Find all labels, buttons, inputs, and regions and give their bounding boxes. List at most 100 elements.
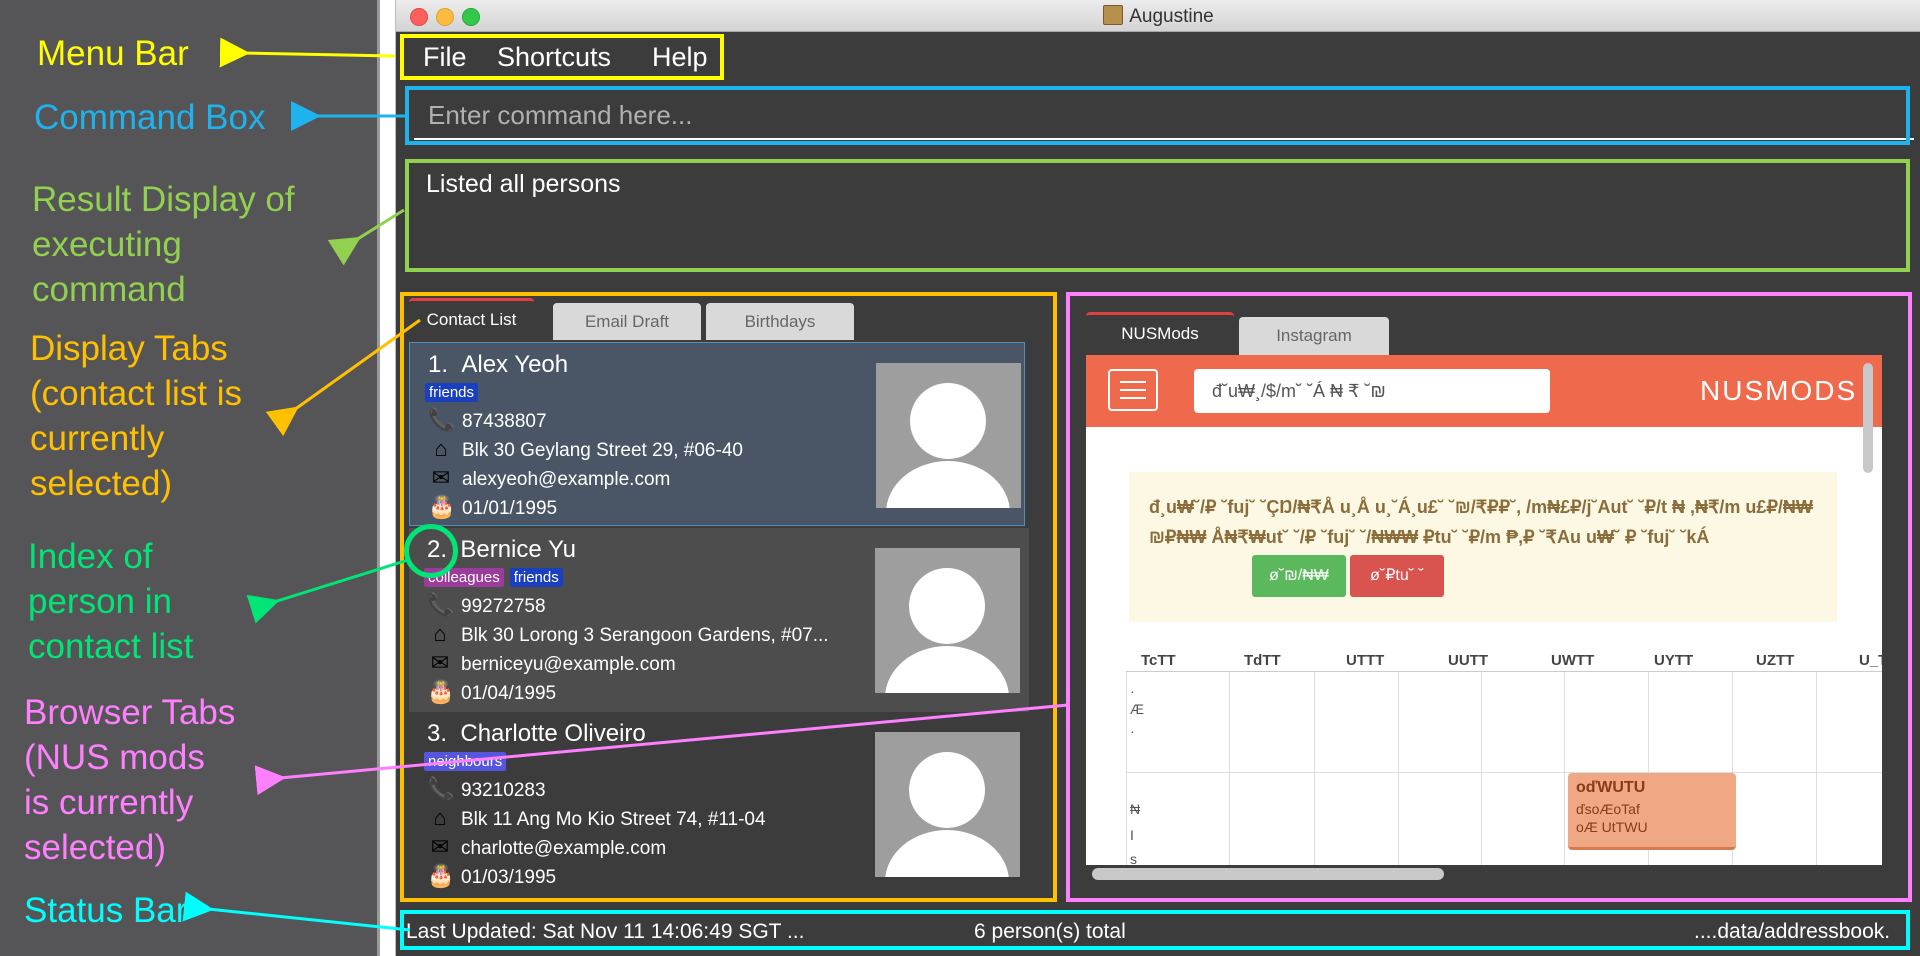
command-input[interactable] (426, 96, 1900, 134)
cake-icon: 🎂 (428, 494, 456, 519)
avatar (875, 548, 1020, 693)
cake-icon: 🎂 (427, 679, 455, 704)
result-text: Listed all persons (426, 170, 621, 198)
menu-bar: File Shortcuts Help (396, 33, 1920, 81)
timetable-time-label: UWTT (1551, 652, 1595, 669)
window-title-text: Augustine (1129, 6, 1214, 27)
window-title: Augustine (396, 5, 1920, 28)
alert-text: đ¸u₩˘/₽ ˘fuj˘ ˘ÇŊ/₦₹Å u¸Å u¸˘Á¸u£˘ ˘₪/₹₽… (1149, 497, 1813, 547)
command-box-annotation: Command Box (34, 98, 266, 137)
annotation-panel: Menu Bar Command Box Result Display of e… (0, 0, 380, 956)
address-row: ⌂ Blk 30 Geylang Street 29, #06-40 (428, 436, 743, 462)
timetable-grid (1126, 671, 1882, 865)
alert-primary-button[interactable]: ø˘₪/₦₩ (1252, 555, 1346, 597)
tab-nusmods[interactable]: NUSMods (1086, 312, 1234, 358)
person-silhouette-icon (885, 568, 1009, 693)
person-title: 3. Charlotte Oliveiro (427, 720, 646, 748)
alert-dismiss-button[interactable]: ø˘₽tu˘ ˘ (1350, 555, 1444, 597)
day-label: · (1130, 683, 1135, 699)
last-updated-status: Last Updated: Sat Nov 11 14:06:49 SGT ..… (406, 920, 805, 943)
cake-icon: 🎂 (427, 863, 455, 888)
browser-scrollbar-vertical[interactable] (1863, 363, 1873, 473)
title-bar: Augustine (396, 0, 1920, 32)
address-text: Blk 30 Lorong 3 Serangoon Gardens, #07..… (461, 625, 829, 646)
tab-email-draft[interactable]: Email Draft (553, 303, 701, 340)
timetable-time-label: UTTT (1346, 652, 1385, 669)
birthday-row: 🎂 01/01/1995 (428, 494, 557, 520)
mail-icon: ✉ (430, 834, 450, 859)
app-icon (1103, 5, 1124, 25)
nusmods-alert: đ¸u₩˘/₽ ˘fuj˘ ˘ÇŊ/₦₹Å u¸Å u¸˘Á¸u£˘ ˘₪/₹₽… (1129, 472, 1837, 622)
menu-file[interactable]: File (423, 42, 467, 73)
display-tabs-annotation: Display Tabs (contact list is currently … (30, 329, 242, 503)
person-card[interactable]: 3. Charlotte Oliveiro neighbours 📞 932102… (409, 712, 1029, 896)
phone-text: 99272758 (461, 596, 546, 617)
person-title: 1. Alex Yeoh (428, 351, 568, 379)
day-label: I (1130, 827, 1134, 843)
menu-help[interactable]: Help (652, 42, 708, 73)
person-name: Charlotte Oliveiro (460, 720, 646, 747)
browser-scrollbar-horizontal[interactable] (1092, 868, 1444, 880)
timetable-time-label: TcTT (1141, 652, 1176, 669)
hamburger-icon (1120, 381, 1146, 399)
nusmods-logo[interactable]: NUSMODS (1700, 375, 1857, 407)
result-display-annotation: Result Display of executing command (32, 180, 295, 309)
phone-row: 📞 87438807 (428, 407, 547, 433)
birthday-text: 01/03/1995 (461, 867, 557, 888)
home-icon: ⌂ (433, 621, 447, 646)
status-bar-annotation: Status Bar (24, 891, 188, 930)
menu-shortcuts[interactable]: Shortcuts (497, 42, 611, 73)
person-index: 3. (427, 720, 448, 747)
person-index: 2. (427, 536, 448, 563)
tab-birthdays[interactable]: Birthdays (706, 303, 854, 340)
lesson-venue: oÆ UtTWU (1576, 819, 1648, 835)
address-row: ⌂ Blk 11 Ang Mo Kio Street 74, #11-04 (427, 805, 765, 831)
birthday-text: 01/04/1995 (461, 683, 557, 704)
day-label: ₦ (1130, 801, 1141, 817)
avatar (875, 732, 1020, 877)
tab-contact-list[interactable]: Contact List (409, 298, 534, 343)
nusmods-header: đ˘u₩¸/$/m˘ ˘Á ₦ ₹ ˘₪ NUSMODS (1086, 355, 1882, 427)
mail-icon: ✉ (431, 465, 451, 490)
tag: friends (509, 568, 563, 587)
lesson-code: oďWUTU (1576, 779, 1646, 796)
browser-view[interactable]: đ˘u₩¸/$/m˘ ˘Á ₦ ₹ ˘₪ NUSMODS đ¸u₩˘/₽ ˘fu… (1086, 355, 1882, 865)
timetable-time-label: UUTT (1448, 652, 1488, 669)
person-index: 1. (428, 351, 449, 378)
day-label: · (1130, 723, 1135, 739)
tag-list: colleagues friends (424, 568, 569, 587)
index-annotation: Index of person in contact list (28, 537, 194, 666)
address-text: Blk 30 Geylang Street 29, #06-40 (462, 440, 743, 461)
home-icon: ⌂ (433, 805, 447, 830)
hamburger-menu-button[interactable] (1108, 369, 1158, 411)
person-card[interactable]: 2. Bernice Yu colleagues friends 📞 9927275… (409, 528, 1029, 712)
tag-list: friends (425, 383, 484, 402)
email-row: ✉ berniceyu@example.com (427, 650, 676, 676)
timetable-time-label: TdTT (1244, 652, 1281, 669)
phone-row: 📞 99272758 (427, 592, 546, 618)
timetable-time-label: UYTT (1654, 652, 1694, 669)
email-text: berniceyu@example.com (461, 654, 676, 675)
phone-text: 93210283 (461, 780, 546, 801)
email-text: alexyeoh@example.com (462, 469, 671, 490)
status-bar: Last Updated: Sat Nov 11 14:06:49 SGT ..… (396, 910, 1920, 956)
address-row: ⌂ Blk 30 Lorong 3 Serangoon Gardens, #07.… (427, 621, 829, 647)
nusmods-search-input[interactable]: đ˘u₩¸/$/m˘ ˘Á ₦ ₹ ˘₪ (1194, 369, 1550, 413)
person-card[interactable]: 1. Alex Yeoh friends 📞 87438807 ⌂ Blk 30 G… (409, 342, 1025, 526)
birthday-row: 🎂 01/04/1995 (427, 679, 556, 705)
contact-list[interactable]: 1. Alex Yeoh friends 📞 87438807 ⌂ Blk 30 G… (409, 340, 1029, 900)
birthday-text: 01/01/1995 (462, 498, 558, 519)
tag: friends (425, 383, 479, 402)
person-name: Bernice Yu (460, 536, 576, 563)
app-window: Augustine File Shortcuts Help Listed all… (395, 0, 1920, 956)
avatar (876, 363, 1021, 508)
email-row: ✉ charlotte@example.com (427, 834, 666, 860)
lesson-block[interactable]: oďWUTU ďsoÆoTaf oÆ UtTWU (1568, 773, 1736, 850)
timetable-time-label: UZTT (1756, 652, 1795, 669)
person-count-status: 6 person(s) total (974, 920, 1126, 943)
tab-instagram[interactable]: Instagram (1239, 317, 1389, 355)
email-row: ✉ alexyeoh@example.com (428, 465, 671, 491)
mail-icon: ✉ (430, 650, 450, 675)
phone-icon: 📞 (427, 776, 455, 801)
command-box (414, 90, 1914, 140)
